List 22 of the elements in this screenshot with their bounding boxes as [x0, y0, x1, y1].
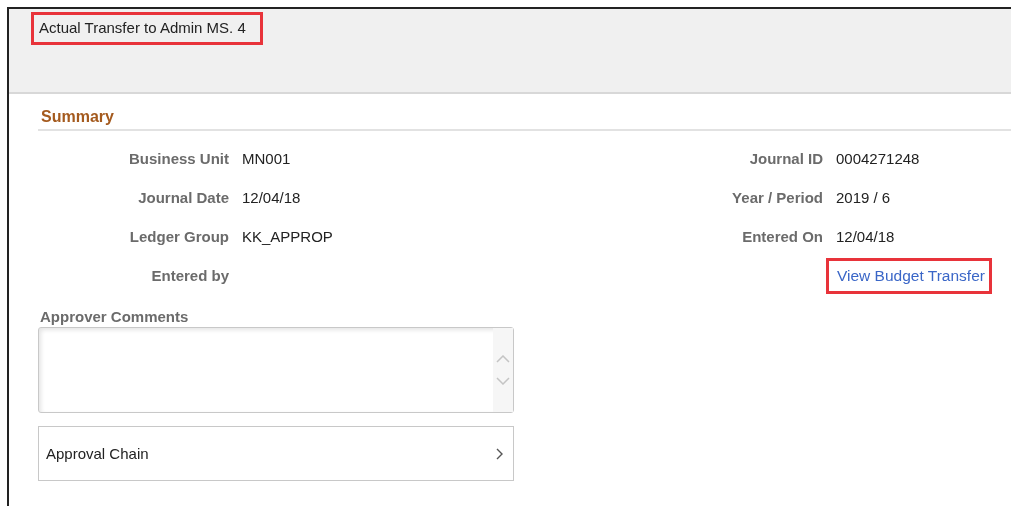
field-value: 12/04/18 [836, 228, 895, 245]
field-label: Year / Period [732, 189, 823, 206]
approval-chain-button[interactable]: Approval Chain [38, 426, 514, 481]
field-label: Business Unit [128, 150, 229, 167]
field-label: Journal Date [138, 189, 229, 206]
field-value: KK_APPROP [242, 228, 333, 245]
chevron-right-icon [496, 447, 503, 460]
scroll-up-icon[interactable] [496, 355, 510, 363]
budget-transfer-link[interactable]: View Budget Transfer [826, 257, 992, 294]
comments-field[interactable] [38, 327, 514, 413]
field-value: MN001 [242, 150, 291, 167]
field-value: 2019 / 6 [836, 189, 891, 206]
field-label: Journal ID [749, 150, 823, 167]
field-label: Entered On [742, 228, 823, 245]
scroll-down-icon[interactable] [496, 377, 510, 385]
page-title: Actual Transfer to Admin MS. 4 [31, 12, 263, 45]
field-value: 0004271248 [836, 150, 920, 167]
field-label: Entered by [151, 267, 229, 284]
field-label: Approver Comments [40, 308, 190, 325]
field-value: 12/04/18 [242, 189, 301, 206]
section-heading: Summary [38, 108, 1011, 131]
field-label: Ledger Group [129, 228, 229, 245]
